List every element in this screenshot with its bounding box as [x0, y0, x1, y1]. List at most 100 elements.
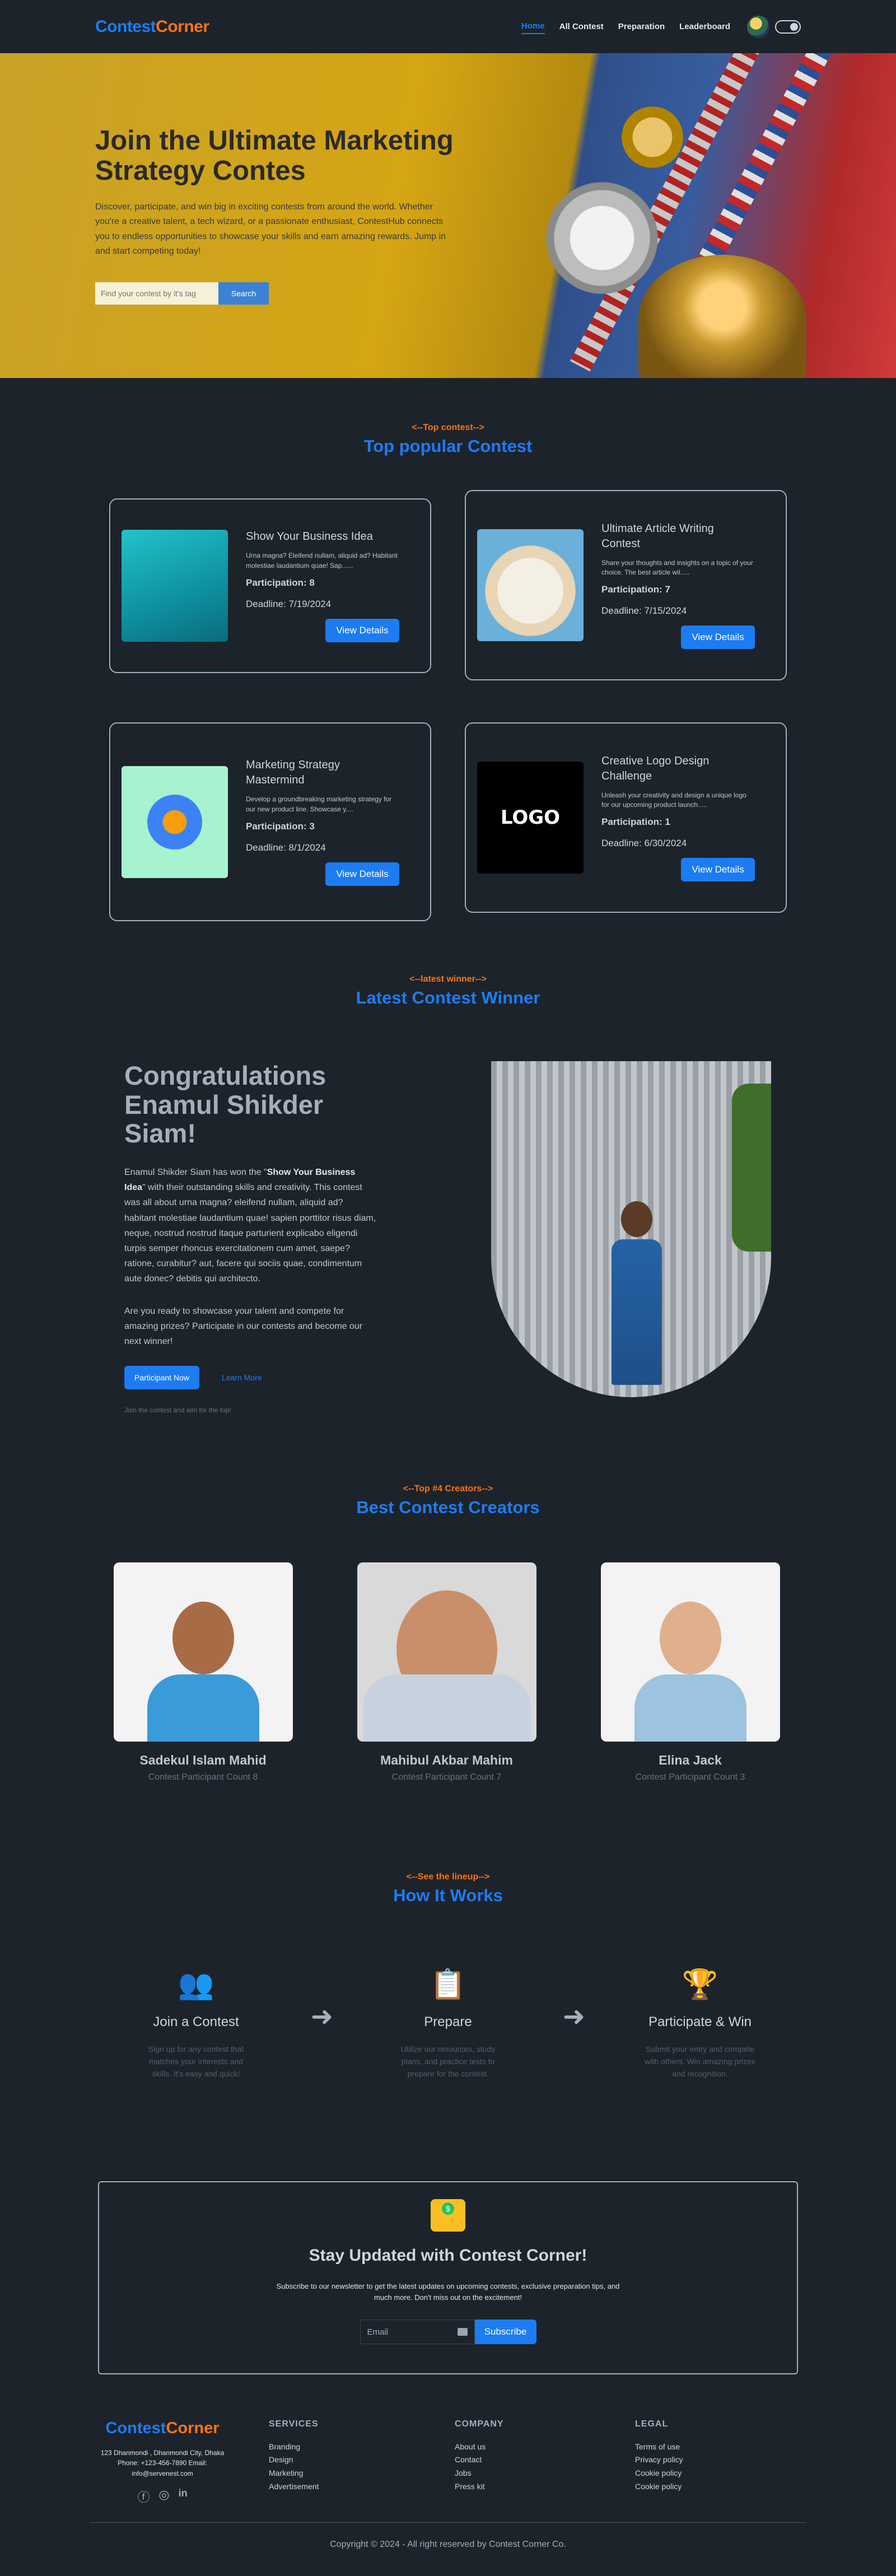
site-logo[interactable]: ContestCorner: [95, 17, 209, 36]
email-placeholder: Email: [367, 2327, 389, 2337]
view-details-button[interactable]: View Details: [325, 618, 399, 642]
contest-participation: Participation: 3: [246, 820, 315, 832]
logo-part-1: Contest: [105, 2419, 166, 2437]
learn-more-link[interactable]: Learn More: [222, 1373, 262, 1382]
study-icon: 📋: [430, 1968, 466, 2001]
logo-part-2: Corner: [166, 2419, 220, 2437]
contest-card: LOGO Creative Logo Design Challenge Unle…: [465, 722, 787, 913]
step-title: Prepare: [424, 2014, 472, 2030]
logo-challenge-thumbnail: LOGO: [477, 762, 584, 874]
footer-address: 123 Dhanmondi , Dhanmondi City, Dhaka Ph…: [100, 2448, 225, 2477]
contest-deadline: Deadline: 8/1/2024: [246, 842, 326, 853]
step-description: Submit your entry and compete with other…: [645, 2044, 755, 2079]
view-details-button[interactable]: View Details: [681, 626, 755, 650]
view-details-button[interactable]: View Details: [325, 862, 399, 886]
footer-logo[interactable]: ContestCorner: [90, 2419, 235, 2438]
theme-toggle[interactable]: [775, 20, 801, 34]
section-tag: <--See the lineup-->: [406, 1872, 490, 1882]
winner-text: Enamul Shikder Siam has won the ": [124, 1168, 267, 1178]
subscribe-button[interactable]: Subscribe: [474, 2320, 536, 2345]
section-tag: <--Top contest-->: [412, 423, 484, 432]
footer-link[interactable]: Cookie policy: [635, 2467, 747, 2480]
nav-link-preparation[interactable]: Preparation: [618, 20, 665, 34]
team-icon: 👥: [178, 1968, 214, 2001]
creator-name: Mahibul Akbar Mahim: [380, 1753, 513, 1768]
contest-card: Marketing Strategy Mastermind Develop a …: [109, 722, 431, 921]
navbar: ContestCorner Home All Contest Preparati…: [0, 0, 896, 53]
creator-photo: [357, 1562, 536, 1742]
contest-deadline: Deadline: 6/30/2024: [601, 838, 687, 849]
creator-photo: [113, 1562, 293, 1742]
nav-link-leaderboard[interactable]: Leaderboard: [679, 20, 730, 34]
footer-heading: SERVICES: [269, 2419, 319, 2429]
contest-participation: Participation: 7: [601, 584, 670, 595]
contest-description: Develop a groundbreaking marketing strat…: [246, 795, 392, 813]
gold-medal-image: [622, 106, 683, 168]
step-win: 🏆 Participate & Win Submit your entry an…: [644, 1967, 756, 2080]
newsletter-box: Stay Updated with Contest Corner! Subscr…: [98, 2181, 798, 2374]
trophy-cup-image: [638, 255, 806, 378]
footer: ContestCorner 123 Dhanmondi , Dhanmondi …: [0, 2419, 896, 2506]
linkedin-icon[interactable]: in: [179, 2488, 188, 2505]
footer-link[interactable]: Contact: [455, 2453, 635, 2467]
newsletter-description: Subscribe to our newsletter to get the l…: [276, 2281, 620, 2302]
user-avatar[interactable]: [747, 15, 769, 38]
creator-card: Sadekul Islam Mahid Contest Participant …: [113, 1562, 293, 1782]
contest-title: Marketing Strategy Mastermind: [246, 759, 340, 787]
footer-link[interactable]: Marketing: [269, 2467, 455, 2480]
step-join: 👥 Join a Contest Sign up for any contest…: [140, 1967, 252, 2080]
hero-banner: Join the Ultimate Marketing Strategy Con…: [0, 53, 896, 378]
creator-card: Elina Jack Contest Participant Count 3: [600, 1562, 780, 1782]
contest-title: Show Your Business Idea: [246, 530, 373, 543]
footer-link[interactable]: About us: [455, 2440, 635, 2454]
participant-now-button[interactable]: Participant Now: [124, 1366, 200, 1390]
section-title: Best Contest Creators: [356, 1497, 540, 1518]
footer-services: SERVICES Branding Design Marketing Adver…: [269, 2419, 455, 2506]
newsletter-title: Stay Updated with Contest Corner!: [309, 2246, 587, 2265]
nav-link-home[interactable]: Home: [521, 19, 545, 34]
facebook-icon[interactable]: ⓕ: [137, 2488, 150, 2505]
creator-count: Contest Participant Count 3: [635, 1772, 745, 1782]
instagram-icon[interactable]: ◎: [158, 2488, 169, 2505]
step-title: Join a Contest: [153, 2014, 239, 2030]
email-input[interactable]: Email: [360, 2320, 475, 2345]
section-title: Latest Contest Winner: [356, 988, 540, 1007]
search-button[interactable]: Search: [218, 282, 269, 305]
section-tag: <--Top #4 Creators-->: [403, 1484, 493, 1494]
contest-card: Ultimate Article Writing Contest Share y…: [465, 490, 787, 680]
footer-link[interactable]: Cookie policy: [635, 2480, 747, 2494]
contest-description: Urna magna? Eleifend nullam, aliquid ad?…: [246, 552, 398, 570]
contest-description: Share your thoughts and insights on a to…: [601, 558, 753, 576]
footer-link[interactable]: Design: [269, 2453, 455, 2467]
best-creators-section: <--Top #4 Creators--> Best Contest Creat…: [0, 1414, 896, 1782]
footer-link[interactable]: Terms of use: [635, 2440, 747, 2454]
view-details-button[interactable]: View Details: [681, 858, 755, 882]
contest-thumbnail: [477, 529, 584, 641]
nav-link-all-contest[interactable]: All Contest: [559, 20, 604, 34]
newsletter-envelope-icon: [431, 2199, 465, 2232]
footer-link[interactable]: Advertisement: [269, 2480, 455, 2494]
hero-description: Discover, participate, and win big in ex…: [95, 202, 446, 256]
section-title: Top popular Contest: [363, 436, 533, 456]
contest-description: Unleash your creativity and design a uni…: [601, 791, 746, 809]
footer-link[interactable]: Jobs: [455, 2467, 635, 2480]
winner-description: Enamul Shikder Siam has won the "Show Yo…: [124, 1165, 376, 1287]
winner-text: " with their outstanding skills and crea…: [124, 1183, 376, 1284]
hero-search: Search: [95, 282, 459, 305]
winner-cta-text: Are you ready to showcase your talent an…: [124, 1306, 363, 1346]
silver-medal-image: [546, 182, 658, 294]
latest-winner-section: <--latest winner--> Latest Contest Winne…: [0, 921, 896, 1414]
footer-link[interactable]: Privacy policy: [635, 2453, 747, 2467]
arrow-right-icon: ➜: [310, 2002, 334, 2032]
logo-part-1: Contest: [95, 17, 156, 36]
creator-card: Mahibul Akbar Mahim Contest Participant …: [357, 1562, 536, 1782]
creator-count: Contest Participant Count 8: [148, 1772, 258, 1782]
footer-heading: LEGAL: [635, 2419, 669, 2429]
contest-participation: Participation: 8: [246, 577, 315, 588]
how-it-works-section: <--See the lineup--> How It Works 👥 Join…: [0, 1782, 896, 2080]
footer-link[interactable]: Press kit: [455, 2480, 635, 2494]
search-input[interactable]: [95, 282, 218, 305]
footer-link[interactable]: Branding: [269, 2440, 455, 2454]
contest-title: Ultimate Article Writing Contest: [601, 522, 714, 550]
step-title: Participate & Win: [648, 2014, 752, 2030]
